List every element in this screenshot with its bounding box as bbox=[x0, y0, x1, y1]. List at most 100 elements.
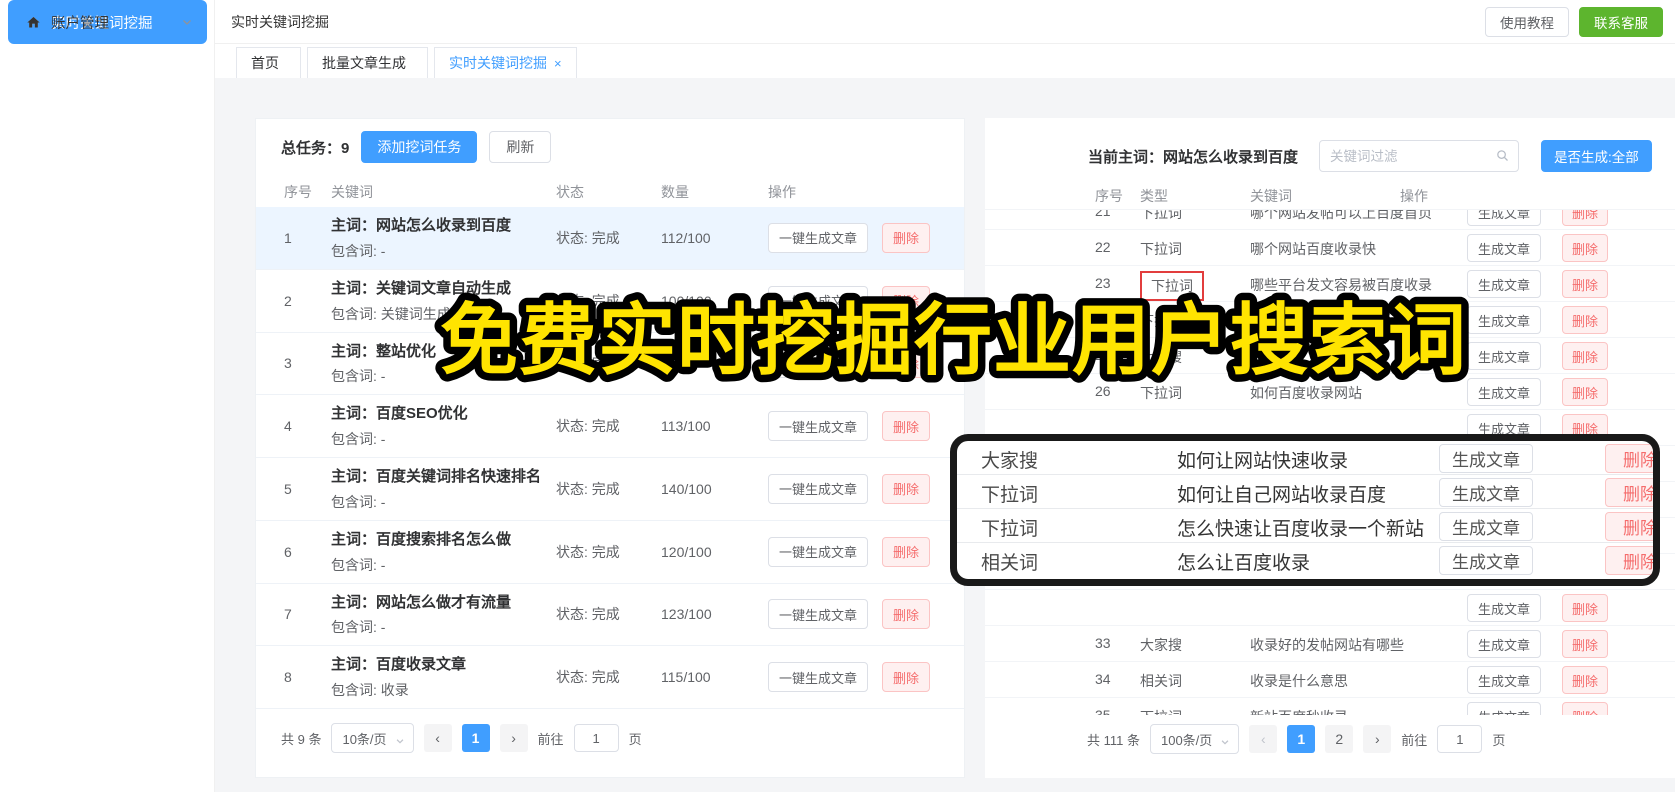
main-keyword: 主词：百度SEO优化 bbox=[331, 405, 468, 423]
keyword-table-header: 序号 类型 关键词 操作 bbox=[985, 184, 1675, 210]
delete-button[interactable]: 删除 bbox=[882, 473, 931, 504]
generate-article-button[interactable]: 生成文章 bbox=[1439, 546, 1533, 575]
contact-support-button[interactable]: 联系客服 bbox=[1579, 7, 1663, 37]
col-status: 状态 bbox=[556, 184, 584, 200]
delete-button[interactable]: 删除 bbox=[1562, 210, 1609, 226]
generate-article-button[interactable]: 生成文章 bbox=[1467, 234, 1542, 262]
delete-button[interactable]: 删除 bbox=[1562, 702, 1609, 715]
table-row[interactable]: 2 主词：关键词文章自动生成 包含词: 关键词生成 状态: 完成 100/100… bbox=[256, 270, 964, 333]
delete-button[interactable]: 删除 bbox=[882, 411, 931, 442]
generate-article-button[interactable]: 生成文章 bbox=[1467, 666, 1542, 694]
generate-article-button[interactable]: 生成文章 bbox=[1467, 594, 1542, 622]
home-icon bbox=[26, 15, 41, 30]
status-text: 状态: 完成 bbox=[556, 669, 620, 686]
keyword-type: 下拉词 bbox=[1140, 707, 1182, 715]
delete-button[interactable]: 删除 bbox=[1605, 546, 1653, 575]
keyword-cell: 主词：网站怎么收录到百度 包含词: - bbox=[331, 207, 549, 269]
table-row[interactable]: 4 主词：百度SEO优化 包含词: - 状态: 完成 113/100 一键生成文… bbox=[256, 395, 964, 458]
magnified-table: 大家搜 如何让网站快速收录 生成文章 删除 下拉词 如何让自己网站收录百度 生成… bbox=[957, 441, 1653, 577]
delete-button[interactable]: 删除 bbox=[1562, 270, 1609, 298]
page-1-button[interactable]: 1 bbox=[1287, 725, 1316, 753]
table-row[interactable]: 6 主词：百度搜索排名怎么做 包含词: - 状态: 完成 120/100 一键生… bbox=[256, 521, 964, 584]
page-size-select[interactable]: 10条/页 bbox=[331, 723, 414, 753]
goto-page-input[interactable] bbox=[1437, 725, 1483, 753]
status-text: 状态: 完成 bbox=[556, 418, 620, 435]
generate-article-button[interactable]: 生成文章 bbox=[1439, 512, 1533, 541]
generate-all-toggle-button[interactable]: 是否生成:全部 bbox=[1541, 140, 1652, 172]
delete-button[interactable]: 删除 bbox=[882, 536, 931, 567]
delete-button[interactable]: 删除 bbox=[882, 285, 931, 316]
delete-button[interactable]: 删除 bbox=[1562, 378, 1609, 406]
delete-button[interactable]: 删除 bbox=[1605, 512, 1653, 541]
quantity-text: 140/100 bbox=[661, 480, 712, 497]
delete-button[interactable]: 删除 bbox=[882, 662, 931, 693]
col-quantity: 数量 bbox=[661, 184, 689, 200]
tab-close-icon[interactable]: × bbox=[554, 56, 562, 71]
generate-article-button[interactable]: 生成文章 bbox=[1467, 270, 1542, 298]
delete-button[interactable]: 删除 bbox=[1562, 666, 1609, 694]
keyword-text: 如何让自己网站收录百度 bbox=[1177, 485, 1387, 506]
tab[interactable]: 实时关键词挖掘 × bbox=[434, 47, 577, 83]
next-page-button[interactable]: › bbox=[1363, 725, 1392, 753]
tab[interactable]: 批量文章生成 bbox=[307, 47, 428, 83]
delete-button[interactable]: 删除 bbox=[1605, 478, 1653, 507]
table-row[interactable]: 3 主词：整站优化 包含词: - 状态: 完成 一键生成文章 删除 bbox=[256, 333, 964, 396]
delete-button[interactable]: 删除 bbox=[1605, 444, 1653, 473]
delete-button[interactable]: 删除 bbox=[1562, 630, 1609, 658]
generate-article-button[interactable]: 生成文章 bbox=[1439, 478, 1533, 507]
keyword-type: 下拉词 bbox=[981, 519, 1039, 540]
table-row[interactable]: 8 主词：百度收录文章 包含词: 收录 状态: 完成 115/100 一键生成文… bbox=[256, 646, 964, 709]
delete-button[interactable]: 删除 bbox=[1562, 594, 1609, 622]
row-index: 35 bbox=[1095, 707, 1111, 715]
generate-article-button[interactable]: 一键生成文章 bbox=[768, 222, 869, 253]
delete-button[interactable]: 删除 bbox=[1562, 306, 1609, 334]
quantity-text: 112/100 bbox=[661, 229, 711, 246]
add-task-button[interactable]: 添加挖词任务 bbox=[361, 131, 478, 163]
generate-article-button[interactable]: 生成文章 bbox=[1467, 702, 1542, 715]
contains-words: 包含词: 关键词生成 bbox=[331, 305, 451, 322]
generate-article-button[interactable]: 生成文章 bbox=[1439, 444, 1533, 473]
table-row[interactable]: 7 主词：网站怎么做才有流量 包含词: - 状态: 完成 123/100 一键生… bbox=[256, 584, 964, 647]
tab[interactable]: 首页 bbox=[236, 47, 301, 83]
task-pagination: 共 9 条 10条/页 ‹ 1 › 前往 页 bbox=[281, 723, 642, 753]
page-size-select[interactable]: 100条/页 bbox=[1149, 724, 1240, 754]
page-2-button[interactable]: 2 bbox=[1325, 725, 1354, 753]
generate-article-button[interactable]: 生成文章 bbox=[1467, 306, 1542, 334]
contains-words: 包含词: 收录 bbox=[331, 682, 409, 698]
prev-page-button[interactable]: ‹ bbox=[1249, 725, 1278, 753]
generate-article-button[interactable]: 一键生成文章 bbox=[768, 285, 869, 316]
generate-article-button[interactable]: 生成文章 bbox=[1467, 378, 1542, 406]
help-button[interactable]: 使用教程 bbox=[1485, 7, 1569, 37]
refresh-button[interactable]: 刷新 bbox=[489, 131, 552, 163]
chevron-down-icon bbox=[395, 734, 405, 749]
total-count: 共 9 条 bbox=[281, 731, 322, 747]
next-page-button[interactable]: › bbox=[499, 724, 528, 752]
goto-page-input[interactable] bbox=[573, 724, 619, 752]
keyword-filter-input[interactable] bbox=[1319, 140, 1519, 172]
delete-button[interactable]: 删除 bbox=[882, 222, 931, 253]
generate-article-button[interactable]: 生成文章 bbox=[1467, 210, 1542, 226]
generate-article-button[interactable]: 一键生成文章 bbox=[768, 599, 869, 630]
contains-words: 包含词: - bbox=[331, 431, 386, 447]
prev-page-button[interactable]: ‹ bbox=[423, 724, 452, 752]
row-index: 24 bbox=[1095, 311, 1111, 327]
generate-article-button[interactable]: 一键生成文章 bbox=[768, 411, 869, 442]
table-row: 26 下拉词 如何百度收录网站 生成文章 删除 bbox=[985, 374, 1675, 410]
generate-article-button[interactable]: 一键生成文章 bbox=[768, 662, 869, 693]
generate-article-button[interactable]: 生成文章 bbox=[1467, 630, 1542, 658]
row-index: 33 bbox=[1095, 635, 1111, 651]
delete-button[interactable]: 删除 bbox=[1562, 342, 1609, 370]
delete-button[interactable]: 删除 bbox=[1562, 234, 1609, 262]
delete-button[interactable]: 删除 bbox=[882, 599, 931, 630]
generate-article-button[interactable]: 一键生成文章 bbox=[768, 536, 869, 567]
generate-article-button[interactable]: 生成文章 bbox=[1467, 342, 1542, 370]
delete-button[interactable]: 删除 bbox=[882, 348, 931, 379]
sidebar-item[interactable]: 账户管理 bbox=[8, 0, 207, 44]
table-row[interactable]: 5 主词：百度关键词排名快速排名 包含词: - 状态: 完成 140/100 一… bbox=[256, 458, 964, 521]
generate-article-button[interactable]: 一键生成文章 bbox=[768, 473, 869, 504]
table-row[interactable]: 1 主词：网站怎么收录到百度 包含词: - 状态: 完成 112/100 一键生… bbox=[256, 207, 964, 270]
generate-article-button[interactable]: 一键生成文章 bbox=[768, 348, 869, 379]
page-1-button[interactable]: 1 bbox=[461, 724, 490, 752]
page-suffix: 页 bbox=[628, 731, 642, 747]
row-index: 6 bbox=[284, 543, 292, 560]
